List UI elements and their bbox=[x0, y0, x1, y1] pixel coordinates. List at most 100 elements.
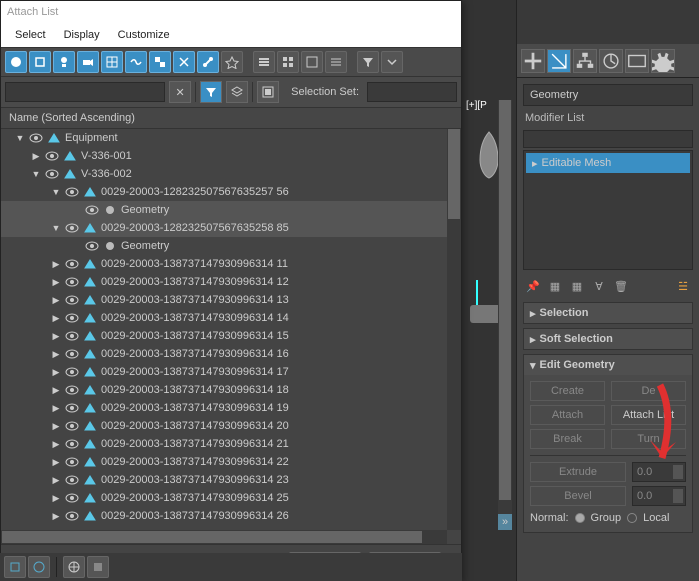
display-tab[interactable] bbox=[625, 49, 649, 73]
visibility-icon[interactable] bbox=[65, 365, 79, 379]
selection-set-dropdown[interactable] bbox=[367, 82, 457, 102]
scene-tree[interactable]: ▼Equipment▶V-336-001▼V-336-002▼0029-2000… bbox=[1, 129, 461, 544]
visibility-icon[interactable] bbox=[65, 509, 79, 523]
filter-xrefs-icon[interactable] bbox=[173, 51, 195, 73]
break-button[interactable]: Break bbox=[530, 429, 605, 449]
visibility-icon[interactable] bbox=[45, 149, 59, 163]
list-mode-3-icon[interactable] bbox=[301, 51, 323, 73]
visibility-icon[interactable] bbox=[65, 491, 79, 505]
tree-row[interactable]: ▶0029-20003-138737147930996314 23 bbox=[1, 471, 447, 489]
visibility-icon[interactable] bbox=[65, 419, 79, 433]
visibility-icon[interactable] bbox=[65, 293, 79, 307]
tree-row[interactable]: ▶0029-20003-138737147930996314 20 bbox=[1, 417, 447, 435]
column-header[interactable]: Name (Sorted Ascending) bbox=[1, 107, 461, 129]
visibility-icon[interactable] bbox=[29, 131, 43, 145]
tree-row[interactable]: ▶0029-20003-138737147930996314 22 bbox=[1, 453, 447, 471]
attach-list-button[interactable]: Attach List bbox=[611, 405, 686, 425]
vertical-scrollbar[interactable] bbox=[447, 129, 461, 530]
menu-customize[interactable]: Customize bbox=[118, 29, 170, 41]
tree-row[interactable]: ▶0029-20003-138737147930996314 14 bbox=[1, 309, 447, 327]
visibility-icon[interactable] bbox=[65, 257, 79, 271]
tree-row[interactable]: ▶0029-20003-138737147930996314 26 bbox=[1, 507, 447, 525]
object-type-dropdown[interactable]: Geometry bbox=[523, 84, 693, 106]
list-mode-1-icon[interactable] bbox=[253, 51, 275, 73]
tree-row[interactable]: ▼Equipment bbox=[1, 129, 447, 147]
tree-row[interactable]: ▼0029-20003-128232507567635257 56 bbox=[1, 183, 447, 201]
modifier-list-dropdown[interactable] bbox=[523, 130, 693, 148]
tree-row[interactable]: ▶V-336-001 bbox=[1, 147, 447, 165]
create-button[interactable]: Create bbox=[530, 381, 605, 401]
soft-selection-rollout[interactable]: ▸Soft Selection bbox=[523, 328, 693, 350]
filter-dropdown-icon[interactable] bbox=[381, 51, 403, 73]
tree-row[interactable]: ▶0029-20003-138737147930996314 18 bbox=[1, 381, 447, 399]
strip-play-icon[interactable] bbox=[28, 556, 50, 578]
bevel-spinner[interactable]: 0.0 bbox=[632, 486, 686, 506]
visibility-icon[interactable] bbox=[65, 221, 79, 235]
strip-world-icon[interactable] bbox=[63, 556, 85, 578]
tree-row[interactable]: ▶0029-20003-138737147930996314 17 bbox=[1, 363, 447, 381]
visibility-icon[interactable] bbox=[45, 167, 59, 181]
visibility-icon[interactable] bbox=[65, 275, 79, 289]
tree-row[interactable]: ▼V-336-002 bbox=[1, 165, 447, 183]
create-tab[interactable] bbox=[521, 49, 545, 73]
modifier-stack-item[interactable]: ▸ Editable Mesh bbox=[526, 153, 690, 173]
horizontal-scrollbar[interactable] bbox=[1, 530, 447, 544]
filter-bone-icon[interactable] bbox=[197, 51, 219, 73]
visibility-icon[interactable] bbox=[65, 347, 79, 361]
group-radio[interactable] bbox=[575, 513, 585, 523]
filter-shapes-icon[interactable] bbox=[29, 51, 51, 73]
select-set-button[interactable] bbox=[257, 81, 279, 103]
viewport-scrollbar[interactable]: » bbox=[498, 100, 512, 530]
tree-row[interactable]: Geometry bbox=[1, 237, 447, 255]
stack-icon-1[interactable]: ▦ bbox=[547, 278, 563, 294]
clear-find-button[interactable]: ✕ bbox=[169, 81, 191, 103]
find-input[interactable] bbox=[5, 82, 165, 102]
tree-row[interactable]: ▶0029-20003-138737147930996314 25 bbox=[1, 489, 447, 507]
filter-lights-icon[interactable] bbox=[53, 51, 75, 73]
strip-box-icon[interactable] bbox=[4, 556, 26, 578]
menu-select[interactable]: Select bbox=[15, 29, 46, 41]
visibility-icon[interactable] bbox=[65, 329, 79, 343]
motion-tab[interactable] bbox=[599, 49, 623, 73]
tree-row[interactable]: ▶0029-20003-138737147930996314 15 bbox=[1, 327, 447, 345]
visibility-icon[interactable] bbox=[85, 239, 99, 253]
tree-row[interactable]: ▶0029-20003-138737147930996314 19 bbox=[1, 399, 447, 417]
stack-icon-2[interactable]: ▦ bbox=[569, 278, 585, 294]
list-mode-4-icon[interactable] bbox=[325, 51, 347, 73]
layer-button[interactable] bbox=[226, 81, 248, 103]
attach-button[interactable]: Attach bbox=[530, 405, 605, 425]
menu-display[interactable]: Display bbox=[64, 29, 100, 41]
visibility-icon[interactable] bbox=[85, 203, 99, 217]
modify-tab[interactable] bbox=[547, 49, 571, 73]
hierarchy-tab[interactable] bbox=[573, 49, 597, 73]
tree-row[interactable]: ▼0029-20003-128232507567635258 85 bbox=[1, 219, 447, 237]
visibility-icon[interactable] bbox=[65, 473, 79, 487]
filter-spacewarps-icon[interactable] bbox=[125, 51, 147, 73]
turn-button[interactable]: Turn bbox=[611, 429, 686, 449]
extrude-spinner[interactable]: 0.0 bbox=[632, 462, 686, 482]
filter-helpers-icon[interactable] bbox=[101, 51, 123, 73]
utilities-tab[interactable] bbox=[651, 49, 675, 73]
delete-button[interactable]: De bbox=[611, 381, 686, 401]
tree-row[interactable]: ▶0029-20003-138737147930996314 12 bbox=[1, 273, 447, 291]
bevel-button[interactable]: Bevel bbox=[530, 486, 626, 506]
filter-groups-icon[interactable] bbox=[149, 51, 171, 73]
visibility-icon[interactable] bbox=[65, 311, 79, 325]
trash-icon[interactable]: 🗑 bbox=[613, 278, 629, 294]
tree-row[interactable]: ▶0029-20003-138737147930996314 21 bbox=[1, 435, 447, 453]
visibility-icon[interactable] bbox=[65, 401, 79, 415]
filter-geometry-icon[interactable] bbox=[5, 51, 27, 73]
tree-row[interactable]: Geometry bbox=[1, 201, 447, 219]
filter-funnel-icon[interactable] bbox=[357, 51, 379, 73]
stack-icon-3[interactable]: ∀ bbox=[591, 278, 607, 294]
filter-funnel-button[interactable] bbox=[200, 81, 222, 103]
visibility-icon[interactable] bbox=[65, 437, 79, 451]
tree-row[interactable]: ▶0029-20003-138737147930996314 13 bbox=[1, 291, 447, 309]
extrude-button[interactable]: Extrude bbox=[530, 462, 626, 482]
visibility-icon[interactable] bbox=[65, 383, 79, 397]
dialog-titlebar[interactable]: Attach List bbox=[1, 1, 461, 23]
configure-icon[interactable]: ☱ bbox=[675, 278, 691, 294]
modifier-stack[interactable]: ▸ Editable Mesh bbox=[523, 150, 693, 270]
visibility-icon[interactable] bbox=[65, 185, 79, 199]
visibility-icon[interactable] bbox=[65, 455, 79, 469]
